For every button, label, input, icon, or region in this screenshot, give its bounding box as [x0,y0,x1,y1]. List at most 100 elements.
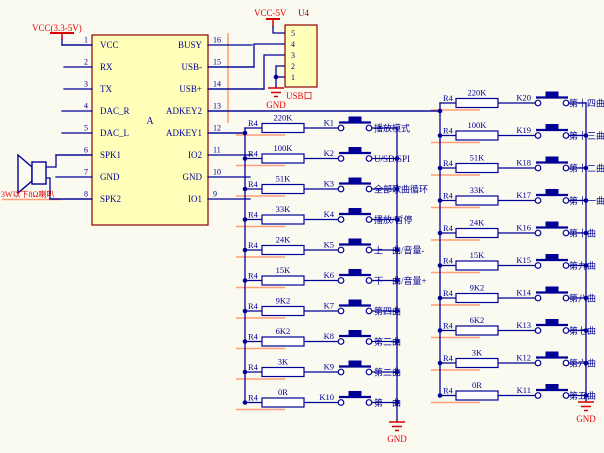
pin-name: USB- [181,62,202,72]
resistor-ref: R4 [443,126,454,136]
key-terminal[interactable] [535,230,541,236]
key-terminal[interactable] [338,156,344,162]
key-cap[interactable] [546,352,559,358]
key-terminal[interactable] [535,263,541,269]
resistor[interactable] [456,229,498,238]
pin-name: GND [100,172,120,182]
resistor[interactable] [262,368,304,377]
resistor-ref: R4 [248,118,259,128]
resistor[interactable] [456,164,498,173]
key-terminal[interactable] [535,165,541,171]
key-terminal[interactable] [535,360,541,366]
key-terminal[interactable] [563,393,569,399]
key-terminal[interactable] [338,308,344,314]
key-cap[interactable] [349,391,362,397]
key-cap[interactable] [349,361,362,367]
key-terminal[interactable] [535,328,541,334]
key-terminal[interactable] [366,339,372,345]
key-terminal[interactable] [563,198,569,204]
resistor[interactable] [456,99,498,108]
key-terminal[interactable] [338,186,344,192]
key-terminal[interactable] [535,198,541,204]
key-terminal[interactable] [338,247,344,253]
key-cap[interactable] [349,330,362,336]
resistor[interactable] [456,359,498,368]
key-terminal[interactable] [563,100,569,106]
key-cap[interactable] [546,384,559,390]
key-terminal[interactable] [338,369,344,375]
key-terminal[interactable] [366,125,372,131]
key-cap[interactable] [349,117,362,123]
key-cap[interactable] [546,189,559,195]
key-terminal[interactable] [338,339,344,345]
resistor[interactable] [262,185,304,194]
pin-name: GND [183,172,203,182]
junction-dot [243,187,248,192]
key-cap[interactable] [349,147,362,153]
resistor[interactable] [456,294,498,303]
key-terminal[interactable] [366,217,372,223]
key-terminal[interactable] [535,100,541,106]
resistor[interactable] [262,276,304,285]
resistor-ref: R4 [248,301,259,311]
key-cap[interactable] [349,208,362,214]
pin-name: VCC [100,40,119,50]
key-cap[interactable] [546,319,559,325]
key-cap[interactable] [546,254,559,260]
key-terminal[interactable] [563,133,569,139]
key-terminal[interactable] [535,295,541,301]
key-cap[interactable] [546,92,559,98]
resistor[interactable] [262,154,304,163]
junction-dot [438,198,443,203]
junction-dot [438,133,443,138]
resistor[interactable] [456,131,498,140]
key-ref: K3 [324,179,334,189]
key-cap[interactable] [546,157,559,163]
junction-dot [438,393,443,398]
resistor-ref: R4 [248,271,259,281]
resistor[interactable] [456,261,498,270]
key-terminal[interactable] [366,369,372,375]
key-terminal[interactable] [338,400,344,406]
gnd-label: GND [387,434,407,444]
resistor[interactable] [262,124,304,133]
resistor[interactable] [262,337,304,346]
junction-dot [274,75,279,80]
key-cap[interactable] [546,124,559,130]
key-ref: K19 [516,125,531,135]
key-cap[interactable] [546,222,559,228]
resistor-ref: R4 [248,210,259,220]
key-terminal[interactable] [563,230,569,236]
key-terminal[interactable] [366,400,372,406]
key-terminal[interactable] [563,360,569,366]
key-terminal[interactable] [338,217,344,223]
key-terminal[interactable] [366,186,372,192]
key-terminal[interactable] [535,393,541,399]
resistor[interactable] [262,398,304,407]
resistor[interactable] [456,326,498,335]
key-ref: K17 [516,190,531,200]
key-terminal[interactable] [563,263,569,269]
resistor[interactable] [456,391,498,400]
resistor[interactable] [456,196,498,205]
key-terminal[interactable] [563,328,569,334]
resistor[interactable] [262,246,304,255]
key-terminal[interactable] [366,308,372,314]
key-cap[interactable] [349,178,362,184]
resistor[interactable] [262,215,304,224]
key-cap[interactable] [546,287,559,293]
key-terminal[interactable] [563,295,569,301]
usb-connector[interactable] [285,25,317,87]
key-terminal[interactable] [563,165,569,171]
key-terminal[interactable] [535,133,541,139]
key-ref: K12 [516,353,531,363]
key-terminal[interactable] [338,125,344,131]
key-cap[interactable] [349,300,362,306]
key-cap[interactable] [349,269,362,275]
key-terminal[interactable] [338,278,344,284]
key-terminal[interactable] [366,247,372,253]
key-terminal[interactable] [366,156,372,162]
key-cap[interactable] [349,239,362,245]
resistor[interactable] [262,307,304,316]
key-terminal[interactable] [366,278,372,284]
